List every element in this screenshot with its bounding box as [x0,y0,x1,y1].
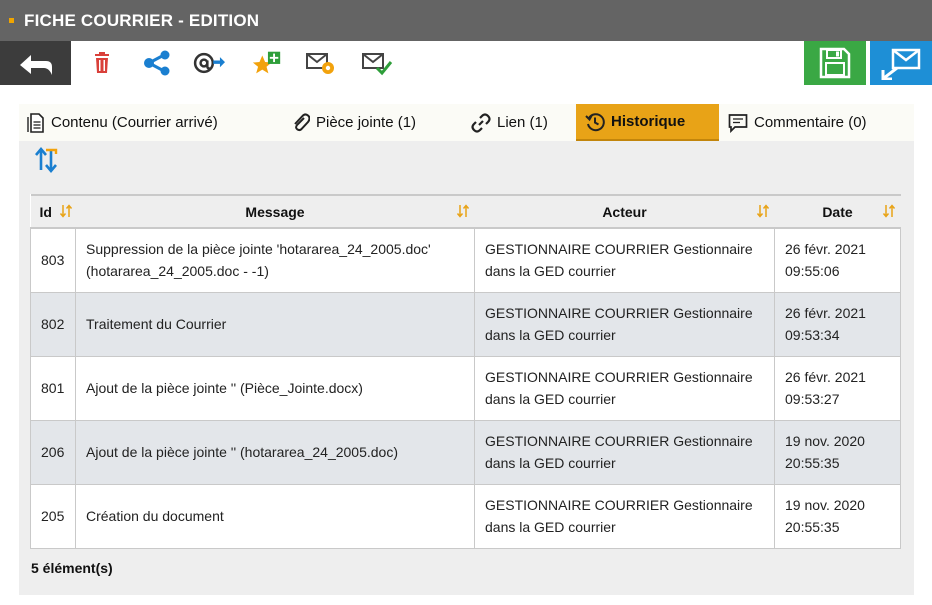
date-value: 26 févr. 2021 [785,305,866,321]
table-row[interactable]: 206 Ajout de la pièce jointe '' (hotarar… [30,419,901,485]
table-row[interactable]: 205 Création du document GESTIONNAIRE CO… [30,483,901,549]
trash-icon [95,52,109,73]
column-header-label: Id [39,203,52,220]
history-table: Id Message Acteur Date 803 Suppression d… [30,194,901,549]
at-forward-icon [193,52,225,74]
sort-reverse-icon [35,146,58,174]
back-arrow-icon [19,55,52,75]
time-value: 09:55:06 [785,263,840,280]
time-value: 09:53:34 [785,327,840,343]
cell-id: 803 [30,227,76,293]
sort-icon[interactable] [59,204,72,218]
toolbar [0,41,932,85]
tab-comment-label: Commentaire (0) [754,114,867,131]
title-bullet [9,18,14,23]
cell-id: 802 [30,291,76,357]
paperclip-icon [294,112,310,131]
cell-message: Ajout de la pièce jointe '' (hotararea_2… [75,419,475,485]
sort-icon[interactable] [882,204,895,218]
cell-date: 19 nov. 2020 20:55:35 [774,483,901,549]
column-header-message[interactable]: Message [75,194,475,229]
tab-attachment[interactable]: Pièce jointe (1) [292,104,462,141]
cell-date: 19 nov. 2020 20:55:35 [774,419,901,485]
save-button[interactable] [804,41,866,85]
time-value: 09:53:27 [785,391,840,407]
date-value: 19 nov. 2020 [785,433,865,449]
cell-message: Suppression de la pièce jointe 'hotarare… [75,227,475,293]
cell-date: 26 févr. 2021 09:55:06 [774,227,901,293]
link-icon [471,112,491,133]
cell-actor: GESTIONNAIRE COURRIER Gestionnaire dans … [474,227,775,293]
tab-link-label: Lien (1) [497,114,548,131]
share-button[interactable] [141,47,173,79]
back-button[interactable] [0,41,71,85]
column-header-label: Date [822,203,853,220]
cell-message: Création du document [75,483,475,549]
cell-actor: GESTIONNAIRE COURRIER Gestionnaire dans … [474,483,775,549]
history-icon [585,112,605,131]
tab-content-label: Contenu (Courrier arrivé) [51,114,218,131]
comment-icon [728,113,748,133]
tab-comment[interactable]: Commentaire (0) [728,104,908,141]
table-row[interactable]: 802 Traitement du Courrier GESTIONNAIRE … [30,291,901,357]
share-icon [144,50,170,76]
delete-button[interactable] [86,47,118,79]
cell-date: 26 févr. 2021 09:53:34 [774,291,901,357]
cell-message: Ajout de la pièce jointe '' (Pièce_Joint… [75,355,475,421]
sort-icon[interactable] [756,204,769,218]
document-icon [27,112,44,133]
cell-actor: GESTIONNAIRE COURRIER Gestionnaire dans … [474,291,775,357]
tab-bar: Contenu (Courrier arrivé) Pièce jointe (… [19,104,914,141]
mail-validate-button[interactable] [361,47,393,79]
cell-date: 26 févr. 2021 09:53:27 [774,355,901,421]
table-row[interactable]: 801 Ajout de la pièce jointe '' (Pièce_J… [30,355,901,421]
column-header-actor[interactable]: Acteur [474,194,775,229]
cell-actor: GESTIONNAIRE COURRIER Gestionnaire dans … [474,419,775,485]
send-mail-icon [881,48,921,80]
tab-history[interactable]: Historique [576,104,719,141]
window-title: FICHE COURRIER - EDITION [24,10,260,30]
row-count: 5 élément(s) [31,560,113,576]
send-mail-button[interactable] [870,41,932,85]
date-value: 19 nov. 2020 [785,497,865,513]
cell-id: 205 [30,483,76,549]
mail-settings-icon [306,53,334,74]
cell-actor: GESTIONNAIRE COURRIER Gestionnaire dans … [474,355,775,421]
mail-check-icon [362,53,393,76]
star-add-icon [252,51,281,74]
reverse-order-button[interactable] [34,146,60,174]
time-value: 20:55:35 [785,455,840,471]
cell-message: Traitement du Courrier [75,291,475,357]
add-favorite-button[interactable] [251,47,283,79]
column-header-label: Acteur [602,203,647,220]
date-value: 26 févr. 2021 [785,241,866,258]
sort-icon[interactable] [456,204,469,218]
date-value: 26 févr. 2021 [785,369,866,385]
email-forward-button[interactable] [193,47,225,79]
history-panel: Contenu (Courrier arrivé) Pièce jointe (… [19,104,914,595]
column-header-date[interactable]: Date [774,194,901,229]
tab-content[interactable]: Contenu (Courrier arrivé) [27,104,282,141]
title-bar: FICHE COURRIER - EDITION [0,0,932,41]
cell-id: 801 [30,355,76,421]
table-row[interactable]: 803 Suppression de la pièce jointe 'hota… [30,227,901,293]
column-header-id[interactable]: Id [30,194,76,229]
mail-settings-button[interactable] [305,47,337,79]
tab-link[interactable]: Lien (1) [471,104,575,141]
column-header-label: Message [245,203,305,220]
save-icon [819,47,851,79]
tab-history-label: Historique [611,113,686,130]
tab-attachment-label: Pièce jointe (1) [316,114,417,131]
cell-id: 206 [30,419,76,485]
time-value: 20:55:35 [785,519,840,535]
table-header-row: Id Message Acteur Date [30,194,901,229]
